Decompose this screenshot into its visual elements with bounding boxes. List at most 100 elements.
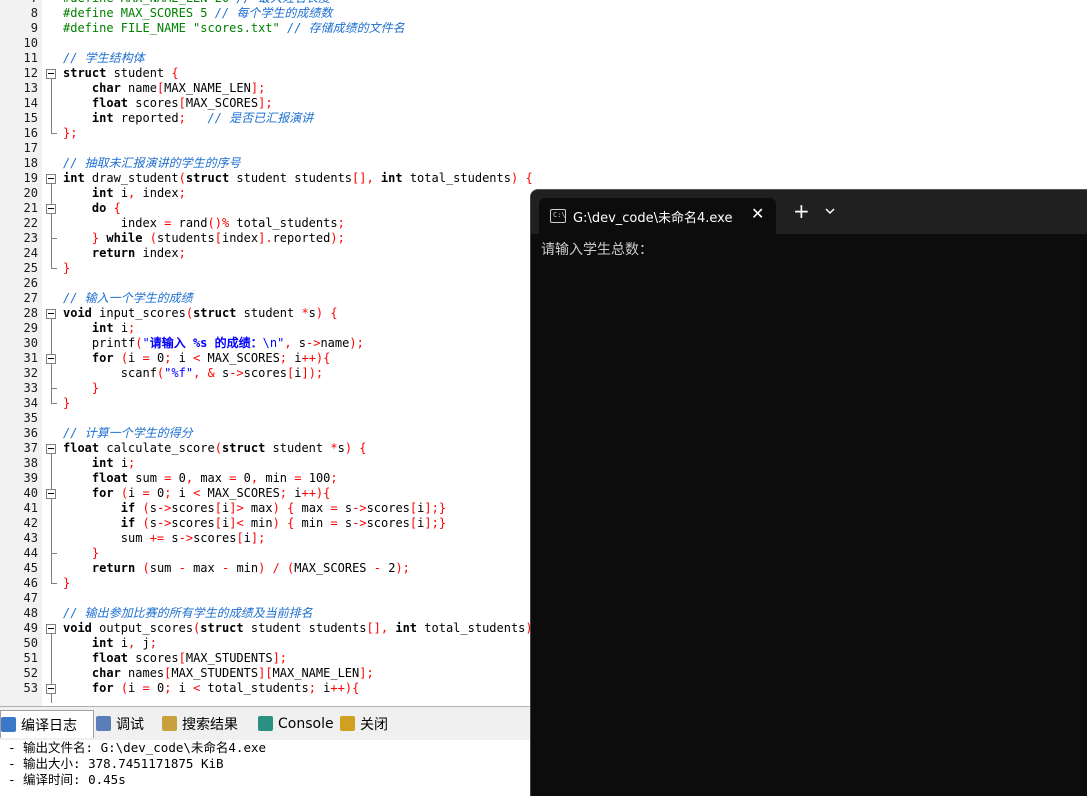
line-number: 29	[23, 321, 38, 335]
code-text: int i, j;	[91, 636, 165, 650]
line-number: 16	[23, 126, 38, 140]
line-number: 12	[23, 66, 38, 80]
log-line-output-file: - 输出文件名: G:\dev_code\未命名4.exe	[8, 740, 267, 755]
code-text: float scores[MAX_STUDENTS];	[91, 651, 288, 665]
line-number: 18	[23, 156, 38, 170]
line-number: 41	[23, 501, 38, 515]
console-tab[interactable]: C:\ G:\dev_code\未命名4.exe ✕	[539, 198, 776, 234]
line-number: 50	[23, 636, 38, 650]
code-line: 16};	[0, 126, 1087, 141]
fold-line	[51, 694, 52, 703]
console-window[interactable]: C:\ G:\dev_code\未命名4.exe ✕ + 请输入学生总数：	[530, 189, 1087, 796]
bottom-tab-label: 编译日志	[21, 717, 77, 734]
chevron-down-icon[interactable]	[823, 204, 837, 218]
console-icon	[258, 716, 273, 731]
line-number: 52	[23, 666, 38, 680]
code-text: }	[63, 576, 71, 590]
line-number: 44	[23, 546, 38, 560]
console-output: 请输入学生总数：	[541, 242, 653, 258]
fold-toggle-icon[interactable]	[46, 354, 56, 364]
bottom-tab-1[interactable]: 调试	[96, 710, 158, 737]
fold-end-marker	[51, 388, 57, 389]
code-line: 18 // 抽取未汇报演讲的学生的序号	[0, 156, 1087, 171]
fold-toggle-icon[interactable]	[46, 444, 56, 454]
fold-toggle-icon[interactable]	[46, 309, 56, 319]
compile-log-icon	[1, 717, 16, 732]
code-text: struct student {	[63, 66, 179, 80]
bottom-tab-3[interactable]: Console	[258, 710, 336, 737]
fold-toggle-icon[interactable]	[46, 624, 56, 634]
line-number: 38	[23, 456, 38, 470]
close-tab-icon[interactable]: ✕	[751, 204, 764, 223]
line-number: 39	[23, 471, 38, 485]
code-text: if (s->scores[i]> max) { max = s->scores…	[120, 501, 447, 515]
fold-toggle-icon[interactable]	[46, 489, 56, 499]
line-number: 40	[23, 486, 38, 500]
code-text: return (sum - max - min) / (MAX_SCORES -…	[91, 561, 410, 575]
fold-end-marker	[51, 238, 57, 239]
terminal-icon: C:\	[550, 209, 566, 223]
line-number: 21	[23, 201, 38, 215]
fold-line	[51, 364, 52, 388]
line-number: 47	[23, 591, 38, 605]
line-number: 49	[23, 621, 38, 635]
fold-toggle-icon[interactable]	[46, 684, 56, 694]
line-number: 17	[23, 141, 38, 155]
bottom-tab-4[interactable]: 关闭	[340, 710, 400, 737]
line-number: 8	[30, 6, 38, 20]
fold-toggle-icon[interactable]	[46, 174, 56, 184]
code-text: index = rand()% total_students;	[63, 216, 353, 230]
fold-line	[51, 214, 52, 238]
code-text: #define MAX_SCORES 5 // 每个学生的成绩数	[63, 6, 333, 20]
bottom-tab-label: 关闭	[360, 716, 388, 733]
line-number: 27	[23, 291, 38, 305]
code-line: 10	[0, 36, 1087, 51]
console-titlebar[interactable]: C:\ G:\dev_code\未命名4.exe ✕ +	[531, 190, 1087, 234]
bottom-tab-2[interactable]: 搜索结果	[162, 710, 254, 737]
code-text: #define FILE_NAME "scores.txt" // 存储成绩的文…	[63, 21, 405, 35]
new-tab-icon[interactable]: +	[793, 201, 810, 221]
line-number: 24	[23, 246, 38, 260]
log-line-output-size: - 输出大小: 378.7451171875 KiB	[8, 756, 224, 771]
fold-toggle-icon[interactable]	[46, 204, 56, 214]
code-text: scanf("%f", & s->scores[i]);	[63, 366, 324, 380]
code-line: 11 // 学生结构体	[0, 51, 1087, 66]
line-number: 33	[23, 381, 38, 395]
code-text: if (s->scores[i]< min) { min = s->scores…	[120, 516, 447, 530]
line-number: 19	[23, 171, 38, 185]
line-number: 32	[23, 366, 38, 380]
fold-line	[51, 79, 52, 133]
code-text: return index;	[91, 246, 194, 260]
code-text: void output_scores(struct student studen…	[63, 621, 547, 635]
bottom-panel-tabs: 编译日志 调试 搜索结果 Console 关闭	[0, 706, 530, 741]
fold-toggle-icon[interactable]	[46, 69, 56, 79]
search-results-icon	[162, 716, 177, 731]
log-line-compile-time: - 编译时间: 0.45s	[8, 772, 126, 787]
line-number: 23	[23, 231, 38, 245]
code-text: int reported; // 是否已汇报演讲	[91, 111, 314, 125]
code-text: do {	[91, 201, 121, 215]
bottom-tab-label: 调试	[116, 716, 144, 733]
code-text: float calculate_score(struct student *s)…	[63, 441, 367, 455]
line-number: 42	[23, 516, 38, 530]
bottom-tab-label: 搜索结果	[182, 716, 238, 733]
bottom-tab-0[interactable]: 编译日志	[0, 710, 94, 738]
code-text: printf("请输入 %s 的成绩：\n", s->name);	[63, 336, 364, 350]
debug-icon	[96, 716, 111, 731]
line-number: 25	[23, 261, 38, 275]
code-line: 15 int reported; // 是否已汇报演讲	[0, 111, 1087, 126]
fold-end-marker	[51, 268, 57, 269]
code-text: int i;	[91, 456, 143, 470]
fold-line	[51, 499, 52, 553]
line-number: 46	[23, 576, 38, 590]
code-text: int i, index;	[91, 186, 194, 200]
line-number: 30	[23, 336, 38, 350]
line-number: 34	[23, 396, 38, 410]
compile-log: - 输出文件名: G:\dev_code\未命名4.exe - 输出大小: 37…	[0, 740, 530, 795]
code-text: // 计算一个学生的得分	[63, 426, 193, 440]
code-text: }	[63, 396, 71, 410]
code-line: 19 int draw_student(struct student studen…	[0, 171, 1087, 186]
fold-end-marker	[51, 583, 57, 584]
console-tab-title: G:\dev_code\未命名4.exe	[573, 211, 733, 226]
code-text: float scores[MAX_SCORES];	[91, 96, 273, 110]
